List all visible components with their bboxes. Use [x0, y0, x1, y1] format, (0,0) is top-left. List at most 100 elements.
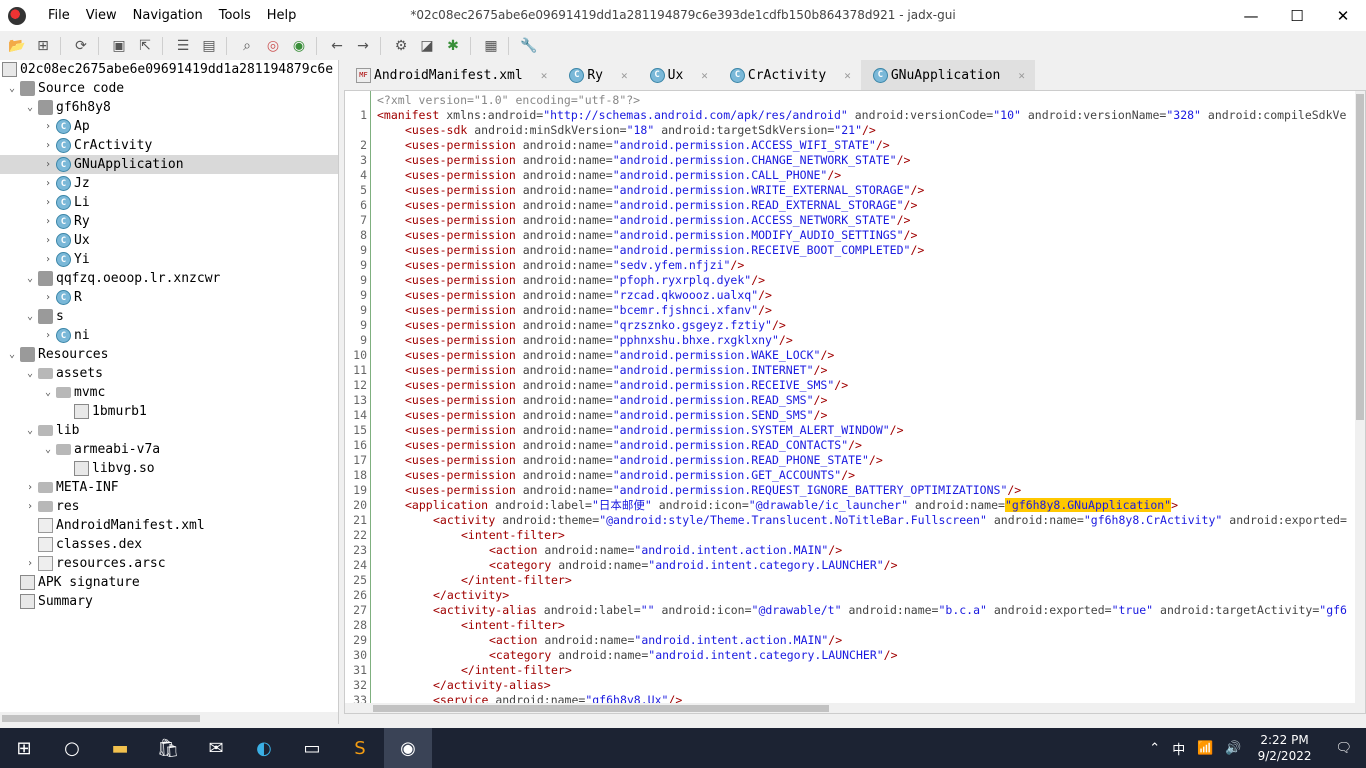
tree-item[interactable]: libvg.so — [0, 459, 338, 478]
editor-tab[interactable]: C GNuApplication ✕ — [860, 60, 1036, 90]
find-usage-icon[interactable]: ◉ — [286, 35, 312, 57]
sublime-icon[interactable]: S — [336, 728, 384, 768]
tree-item[interactable]: classes.dex — [0, 535, 338, 554]
tree-item[interactable]: ⌄ s — [0, 307, 338, 326]
tree-item[interactable]: ⌄ Resources — [0, 345, 338, 364]
chevron-right-icon[interactable]: › — [24, 558, 36, 569]
tree-item[interactable]: ⌄ Source code — [0, 79, 338, 98]
tree-item[interactable]: › C GNuApplication — [0, 155, 338, 174]
file-explorer-icon[interactable]: ▬ — [96, 728, 144, 768]
tree-item[interactable]: ⌄ gf6h8y8 — [0, 98, 338, 117]
project-tree[interactable]: 02c08ec2675abe6e09691419dd1a281194879c6e… — [0, 60, 339, 724]
maximize-button[interactable]: ☐ — [1274, 0, 1320, 31]
chevron-right-icon[interactable]: › — [42, 178, 54, 189]
editor-tab[interactable]: C CrActivity ✕ — [718, 60, 861, 90]
settings-wrench-icon[interactable]: 🔧 — [516, 35, 542, 57]
tab-close-icon[interactable]: ✕ — [541, 69, 548, 82]
tree-item[interactable]: › C Ry — [0, 212, 338, 231]
tree-item[interactable]: › C CrActivity — [0, 136, 338, 155]
forward-icon[interactable]: → — [350, 35, 376, 57]
chevron-right-icon[interactable]: › — [42, 159, 54, 170]
notification-icon[interactable]: 🗨 — [1321, 741, 1366, 756]
windows-start-icon[interactable]: ⊞ — [0, 728, 48, 768]
tree-item[interactable]: APK signature — [0, 573, 338, 592]
export-icon[interactable]: ⇱ — [132, 35, 158, 57]
chevron-down-icon[interactable]: ⌄ — [24, 102, 36, 113]
tree-item[interactable]: › C Yi — [0, 250, 338, 269]
tray-chevron-icon[interactable]: ⌃ — [1143, 741, 1166, 756]
chevron-down-icon[interactable]: ⌄ — [24, 311, 36, 322]
tree-item[interactable]: ⌄ lib — [0, 421, 338, 440]
sync-icon[interactable]: ⟳ — [68, 35, 94, 57]
log-viewer-icon[interactable]: ▦ — [478, 35, 504, 57]
code-editor[interactable]: <?xml version="1.0" encoding="utf-8"?> 1 <… — [344, 90, 1366, 714]
tab-close-icon[interactable]: ✕ — [621, 69, 628, 82]
editor-horizontal-scrollbar[interactable] — [345, 703, 1355, 713]
chevron-down-icon[interactable]: ⌄ — [24, 368, 36, 379]
chevron-right-icon[interactable]: › — [42, 140, 54, 151]
tree-item[interactable]: ⌄ assets — [0, 364, 338, 383]
jadx-icon[interactable]: ◉ — [384, 728, 432, 768]
editor-vertical-scrollbar[interactable] — [1355, 91, 1365, 713]
tree-item[interactable]: › C Ux — [0, 231, 338, 250]
chevron-down-icon[interactable]: ⌄ — [24, 273, 36, 284]
flatten-packages-icon[interactable]: ☰ — [170, 35, 196, 57]
tree-item[interactable]: › C Ap — [0, 117, 338, 136]
chevron-down-icon[interactable]: ⌄ — [42, 444, 54, 455]
menu-file[interactable]: File — [40, 8, 78, 23]
editor-tab[interactable]: C Ry ✕ — [557, 60, 637, 90]
tree-item[interactable]: ⌄ armeabi-v7a — [0, 440, 338, 459]
decompile-all-icon[interactable]: ✱ — [440, 35, 466, 57]
menu-tools[interactable]: Tools — [211, 8, 259, 23]
tree-item[interactable]: ⌄ qqfzq.oeoop.lr.xnzcwr — [0, 269, 338, 288]
menu-help[interactable]: Help — [259, 8, 305, 23]
menu-view[interactable]: View — [78, 8, 125, 23]
cortana-circle-icon[interactable]: ○ — [48, 728, 96, 768]
editor-tab[interactable]: C Ux ✕ — [638, 60, 718, 90]
minimize-button[interactable]: — — [1228, 0, 1274, 31]
go-to-folder-icon[interactable]: ▤ — [196, 35, 222, 57]
chevron-down-icon[interactable]: ⌄ — [6, 349, 18, 360]
chevron-right-icon[interactable]: › — [42, 121, 54, 132]
editor-tab[interactable]: MF AndroidManifest.xml ✕ — [344, 60, 557, 90]
edge-icon[interactable]: ◐ — [240, 728, 288, 768]
menu-navigation[interactable]: Navigation — [125, 8, 211, 23]
search-icon[interactable]: ⌕ — [234, 35, 260, 57]
chevron-down-icon[interactable]: ⌄ — [24, 425, 36, 436]
tree-item[interactable]: › META-INF — [0, 478, 338, 497]
chevron-right-icon[interactable]: › — [42, 330, 54, 341]
chevron-right-icon[interactable]: › — [24, 501, 36, 512]
tree-item[interactable]: › resources.arsc — [0, 554, 338, 573]
tree-item[interactable]: AndroidManifest.xml — [0, 516, 338, 535]
tree-root[interactable]: 02c08ec2675abe6e09691419dd1a281194879c6e — [0, 60, 338, 79]
chevron-right-icon[interactable]: › — [42, 254, 54, 265]
tree-item[interactable]: 1bmurb1 — [0, 402, 338, 421]
open-folder-icon[interactable]: 📂 — [4, 35, 30, 57]
terminal-icon[interactable]: ▭ — [288, 728, 336, 768]
tab-close-icon[interactable]: ✕ — [1018, 69, 1025, 82]
find-class-icon[interactable]: ◎ — [260, 35, 286, 57]
scrollbar-thumb[interactable] — [373, 705, 829, 712]
chevron-right-icon[interactable]: › — [42, 197, 54, 208]
tree-item[interactable]: › Cni — [0, 326, 338, 345]
tree-item[interactable]: ⌄ mvmc — [0, 383, 338, 402]
chevron-right-icon[interactable]: › — [42, 235, 54, 246]
ime-icon[interactable]: 中 — [1166, 739, 1191, 758]
close-button[interactable]: ✕ — [1320, 0, 1366, 31]
tree-horizontal-scrollbar[interactable] — [0, 712, 338, 724]
tree-item[interactable]: Summary — [0, 592, 338, 611]
tab-close-icon[interactable]: ✕ — [844, 69, 851, 82]
add-files-icon[interactable]: ⊞ — [30, 35, 56, 57]
chevron-right-icon[interactable]: › — [42, 216, 54, 227]
scrollbar-thumb[interactable] — [1356, 94, 1364, 420]
tree-item[interactable]: › C Li — [0, 193, 338, 212]
volume-icon[interactable]: 🔊 — [1219, 741, 1247, 756]
save-icon[interactable]: ▣ — [106, 35, 132, 57]
chevron-right-icon[interactable]: › — [42, 292, 54, 303]
back-icon[interactable]: ← — [324, 35, 350, 57]
quark-icon[interactable]: ◪ — [414, 35, 440, 57]
tree-item[interactable]: › C R — [0, 288, 338, 307]
mail-icon[interactable]: ✉ — [192, 728, 240, 768]
deobfuscate-icon[interactable]: ⚙ — [388, 35, 414, 57]
scrollbar-thumb[interactable] — [2, 715, 200, 722]
